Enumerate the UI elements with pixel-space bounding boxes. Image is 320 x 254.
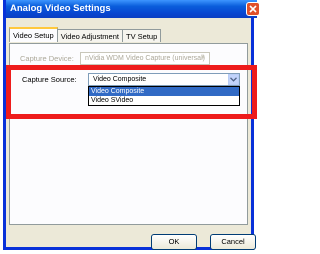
capture-source-dropdown-list: Video Composite Video SVideo [88,86,240,106]
dropdown-button[interactable] [228,74,239,85]
close-icon [249,5,257,13]
dropdown-option-video-svideo[interactable]: Video SVideo [89,96,239,105]
dropdown-option-video-composite[interactable]: Video Composite [89,87,239,96]
window-title: Analog Video Settings [10,3,111,14]
capture-device-value: nVidia WDM Video Capture (universal) [85,55,205,62]
ok-button[interactable]: OK [151,234,197,250]
tab-video-adjustment[interactable]: Video Adjustment [56,29,123,42]
tab-tv-setup[interactable]: TV Setup [121,29,162,42]
chevron-down-icon: ▼ [200,55,206,61]
capture-device-combobox: nVidia WDM Video Capture (universal) ▼ [80,52,210,65]
capture-source-value: Video Composite [93,76,147,83]
capture-source-label: Capture Source: [22,75,77,84]
tab-video-setup[interactable]: Video Setup [9,27,58,42]
close-button[interactable] [246,2,260,16]
capture-device-label: Capture Device: [20,54,74,63]
title-bar: Analog Video Settings [6,0,260,18]
chevron-down-icon [230,77,237,82]
cancel-button[interactable]: Cancel [210,234,256,250]
tab-strip: Video Setup Video Adjustment TV Setup [9,27,162,43]
capture-source-combobox[interactable]: Video Composite [88,73,240,86]
